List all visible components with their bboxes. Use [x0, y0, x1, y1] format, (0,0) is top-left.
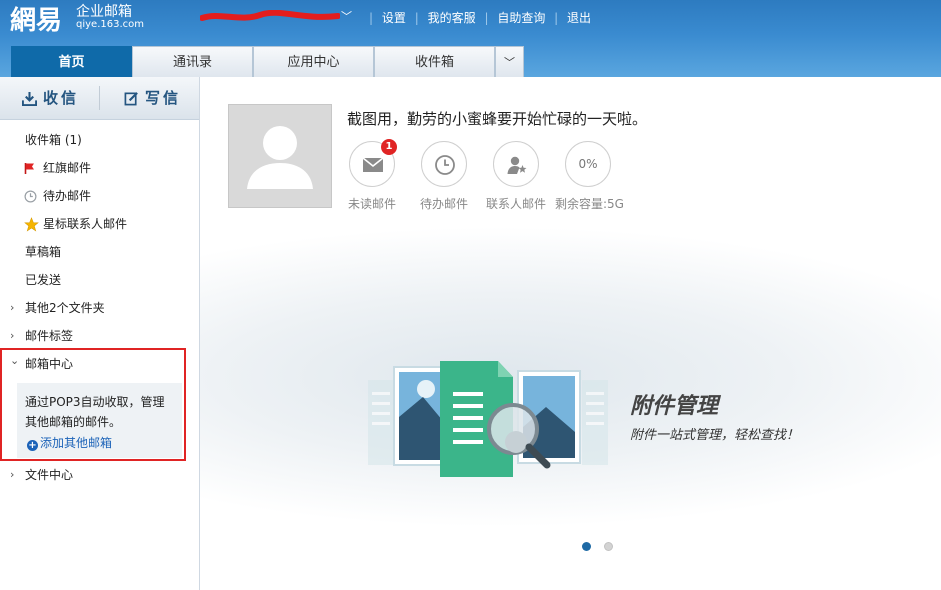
attachment-management-illustration[interactable]	[368, 347, 608, 492]
left-ghost-doc	[368, 380, 394, 465]
top-links: | 设置 | 我的客服 | 自助查询 | 退出	[369, 11, 592, 25]
tab-home[interactable]: 首页	[11, 46, 132, 77]
red-flag-icon	[24, 163, 34, 174]
logo-main-text: 網易	[10, 6, 63, 36]
contact-star-icon	[507, 156, 527, 174]
tab-contacts[interactable]: 通讯录	[132, 46, 253, 77]
add-circle-icon: +	[27, 440, 38, 451]
logo-domain-text: qiye.163.com	[76, 19, 144, 30]
clock-icon	[435, 155, 455, 175]
sidebar-item-label: 其他2个文件夹	[25, 301, 105, 315]
add-other-mailbox-label: 添加其他邮箱	[40, 436, 113, 450]
sidebar-item-label: 待办邮件	[43, 189, 92, 203]
right-ghost-doc	[582, 380, 608, 465]
sidebar-item-label: 邮箱中心	[25, 357, 74, 371]
envelope-icon	[362, 157, 384, 172]
stat-remaining-capacity[interactable]: 0% 剩余容量:5G	[555, 141, 624, 212]
stat-todo-mail[interactable]: 待办邮件	[411, 141, 477, 212]
carousel-dot-active[interactable]	[582, 542, 591, 551]
sidebar-item-file-center[interactable]: › 文件中心	[0, 461, 199, 489]
sidebar-item-drafts[interactable]: 草稿箱	[0, 238, 199, 266]
stat-contact-mail[interactable]: 联系人邮件	[483, 141, 549, 212]
carousel-dot[interactable]	[604, 542, 613, 551]
stat-label: 未读邮件	[347, 197, 396, 211]
unread-count-badge: 1	[381, 139, 397, 155]
compose-mail-label: 写信	[145, 89, 182, 107]
chevron-right-icon: ›	[10, 468, 15, 481]
promo-subtitle: 附件一站式管理，轻松查找！	[630, 428, 800, 443]
avatar[interactable]	[228, 104, 332, 208]
edit-icon	[124, 92, 138, 106]
logo-product-text: 企业邮箱	[76, 4, 132, 20]
star-icon	[24, 217, 39, 232]
account-name-redacted[interactable]	[200, 10, 340, 24]
logout-link[interactable]: 退出	[567, 11, 591, 25]
stat-circle: 1	[349, 139, 397, 187]
mailbox-center-panel: 通过POP3自动收取，管理其他邮箱的邮件。 + 添加其他邮箱	[17, 383, 182, 458]
capacity-percent: 0%	[578, 157, 598, 171]
sidebar-item-mail-tags[interactable]: › 邮件标签	[0, 322, 199, 350]
my-service-link[interactable]: 我的客服	[428, 11, 476, 25]
clock-icon	[24, 190, 37, 203]
default-avatar-icon	[247, 126, 313, 189]
stat-label: 剩余容量:5G	[555, 197, 624, 211]
compose-divider	[99, 86, 100, 110]
tab-more-dropdown-icon[interactable]: ﹀	[495, 46, 524, 77]
sidebar-item-label: 收件箱 (1)	[25, 133, 82, 147]
sidebar-item-sent[interactable]: 已发送	[0, 266, 199, 294]
sidebar-item-label: 文件中心	[25, 468, 74, 482]
stat-circle	[493, 141, 539, 187]
greeting-text: 截图用，勤劳的小蜜蜂要开始忙碌的一天啦。	[347, 110, 648, 128]
sidebar-item-label: 邮件标签	[25, 329, 74, 343]
stat-label: 待办邮件	[419, 197, 468, 211]
top-header: 網易 企业邮箱 qiye.163.com ﹀ | 设置 | 我的客服 | 自助查…	[0, 0, 941, 77]
compose-mail-button[interactable]: 写信	[124, 77, 181, 119]
settings-link[interactable]: 设置	[382, 11, 406, 25]
sidebar-item-red-flag[interactable]: 红旗邮件	[0, 154, 199, 182]
account-dropdown-icon[interactable]: ﹀	[341, 8, 352, 24]
capacity-circle: 0%	[565, 141, 611, 187]
tab-inbox[interactable]: 收件箱	[374, 46, 495, 77]
sidebar-item-other-folders[interactable]: › 其他2个文件夹	[0, 294, 199, 322]
mailbox-center-description: 通过POP3自动收取，管理其他邮箱的邮件。	[25, 395, 165, 429]
main-content: 截图用，勤劳的小蜜蜂要开始忙碌的一天啦。 1 未读邮件 待办邮件 联系人邮件 0…	[200, 77, 941, 590]
chevron-right-icon: ›	[10, 329, 15, 342]
sidebar-item-label: 星标联系人邮件	[43, 217, 128, 231]
sidebar-item-label: 草稿箱	[25, 245, 62, 259]
sidebar-item-inbox[interactable]: 收件箱 (1)	[0, 126, 199, 154]
download-icon	[22, 91, 37, 106]
sidebar-item-mailbox-center[interactable]: ⌄ 邮箱中心	[0, 350, 199, 378]
sidebar-item-label: 红旗邮件	[43, 161, 92, 175]
chevron-right-icon: ›	[10, 301, 15, 314]
add-other-mailbox-link[interactable]: + 添加其他邮箱	[27, 434, 112, 451]
sidebar: 收信 写信 收件箱 (1) 红旗邮件 待办邮件 星标联系人邮件 草稿箱 已发送 …	[0, 77, 200, 590]
compose-bar: 收信 写信	[0, 77, 199, 120]
promo-title: 附件管理	[630, 394, 719, 419]
receive-mail-label: 收信	[43, 89, 80, 107]
sidebar-item-label: 已发送	[25, 273, 62, 287]
stat-circle	[421, 141, 467, 187]
stat-label: 联系人邮件	[485, 197, 546, 211]
stat-unread-mail[interactable]: 1 未读邮件	[339, 139, 405, 212]
chevron-down-icon: ⌄	[10, 354, 20, 367]
tab-app-center[interactable]: 应用中心	[253, 46, 374, 77]
sidebar-item-todo[interactable]: 待办邮件	[0, 182, 199, 210]
self-service-query-link[interactable]: 自助查询	[497, 11, 545, 25]
receive-mail-button[interactable]: 收信	[22, 77, 79, 119]
sidebar-item-starred-contacts[interactable]: 星标联系人邮件	[0, 210, 199, 238]
